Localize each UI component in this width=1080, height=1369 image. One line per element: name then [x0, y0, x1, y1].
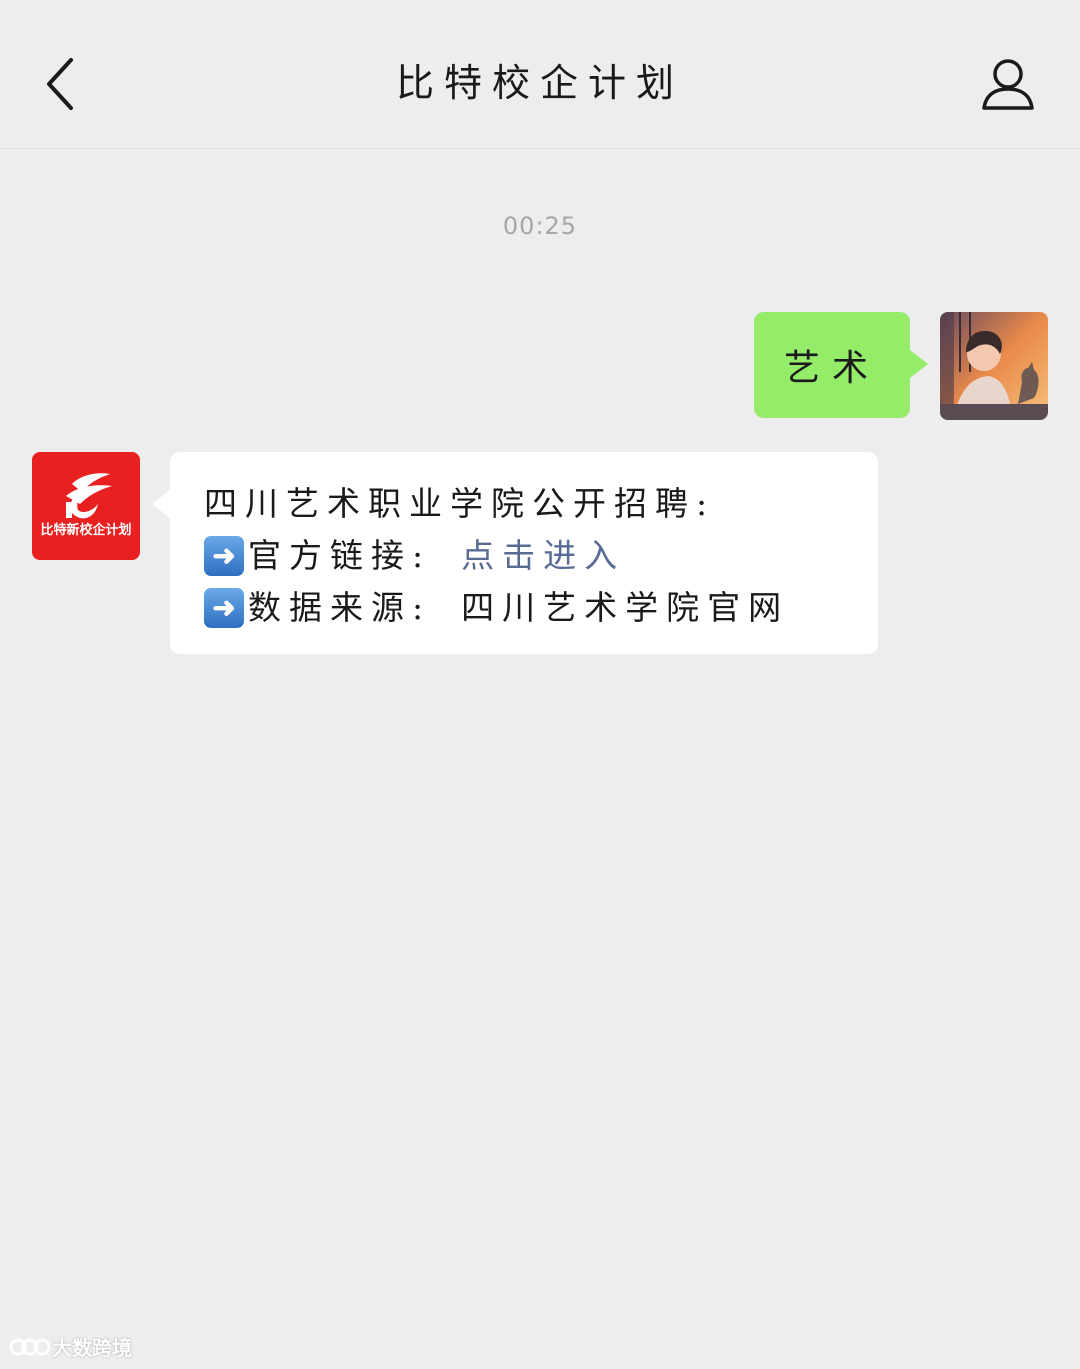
- message-title-text: 四川艺术职业学院公开招聘:: [204, 484, 716, 523]
- source-label: 数据来源:: [248, 588, 432, 627]
- watermark: 大数跨境: [8, 1332, 132, 1361]
- user-avatar[interactable]: [940, 312, 1048, 420]
- message-line-link: ➜ 官方链接: 点击进入: [204, 530, 844, 582]
- right-arrow-icon: ➜: [204, 588, 244, 628]
- enter-link[interactable]: 点击进入: [461, 530, 625, 582]
- brand-avatar[interactable]: 比特新校企计划: [32, 452, 140, 560]
- right-arrow-icon: ➜: [204, 536, 244, 576]
- brand-logo-icon: [66, 473, 112, 519]
- chat-title: 比特校企计划: [395, 61, 684, 105]
- person-icon: [982, 59, 1034, 110]
- message-line-source: ➜ 数据来源: 四川艺术学院官网: [204, 582, 844, 634]
- watermark-logo-icon: [9, 1338, 51, 1355]
- message-row-outgoing: 艺术: [754, 312, 1048, 420]
- message-line-title: 四川艺术职业学院公开招聘:: [204, 478, 844, 530]
- incoming-message-bubble[interactable]: 四川艺术职业学院公开招聘: ➜ 官方链接: 点击进入 ➜ 数据来源: 四川艺术学…: [152, 452, 878, 654]
- chat-info-button[interactable]: [976, 52, 1040, 116]
- message-timestamp: 00:25: [502, 212, 578, 240]
- watermark-text: 大数跨境: [52, 1336, 132, 1360]
- brand-avatar-label: 比特新校企计划: [40, 523, 132, 538]
- message-row-incoming: 比特新校企计划 四川艺术职业学院公开招聘: ➜ 官方链接: 点击进入 ➜ 数据来…: [32, 452, 878, 654]
- top-navigation-bar: 比特校企计划: [0, 0, 1080, 149]
- source-value: 四川艺术学院官网: [461, 588, 790, 627]
- user-avatar-image: [940, 312, 1048, 420]
- outgoing-message-bubble[interactable]: 艺术: [754, 312, 928, 418]
- link-label: 官方链接:: [248, 536, 432, 575]
